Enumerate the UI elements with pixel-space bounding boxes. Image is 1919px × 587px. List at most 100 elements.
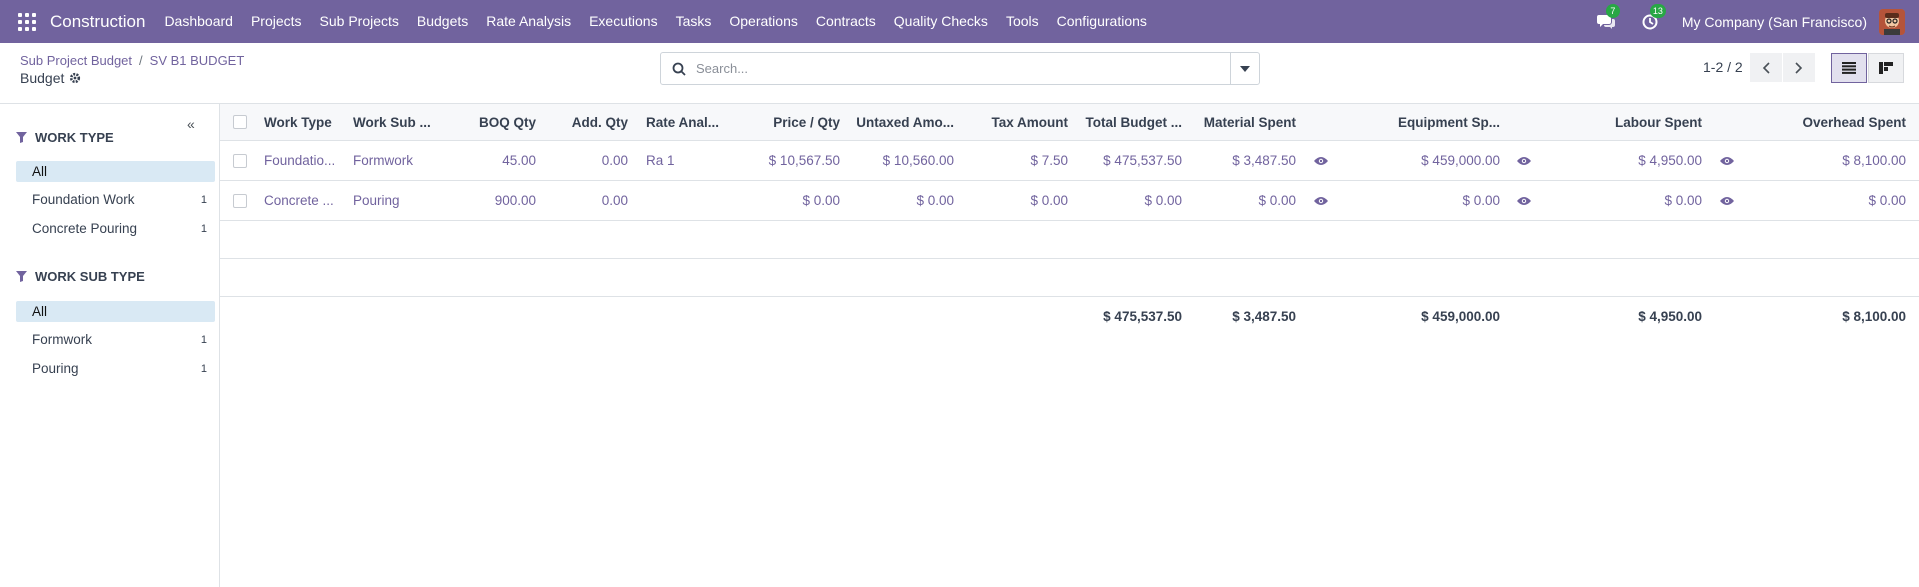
menu-item-budgets[interactable]: Budgets [408,0,477,43]
filter-work-type-concrete-pouring[interactable]: Concrete Pouring 1 [16,218,215,239]
column-material-spent[interactable]: Material Spent [1188,104,1296,140]
collapse-panel-icon[interactable]: « [187,116,195,132]
search-bar [660,52,1260,85]
main-menu: Dashboard Projects Sub Projects Budgets … [155,0,1155,43]
table-row[interactable]: Foundatio... Formwork 45.00 0.00 Ra 1 $ … [220,141,1919,181]
select-all-checkbox[interactable] [233,115,247,129]
cell-rate-analysis[interactable]: Ra 1 [646,141,730,180]
cell-work-type[interactable]: Concrete ... [264,181,342,220]
menu-item-configurations[interactable]: Configurations [1048,0,1156,43]
row-checkbox-cell[interactable] [233,141,253,180]
cell-overhead-spent[interactable]: $ 8,100.00 [1772,141,1906,180]
equipment-spent-sum: $ 459,000.00 [1421,308,1500,324]
search-options-toggle[interactable] [1230,53,1259,84]
column-equipment-spent[interactable]: Equipment Sp... [1368,104,1500,140]
row-checkbox-cell[interactable] [233,181,253,220]
material-spent-sum: $ 3,487.50 [1232,308,1296,324]
material-eye-button[interactable] [1314,141,1334,180]
cell-material-spent[interactable]: $ 0.00 [1188,181,1296,220]
eye-icon [1517,156,1531,166]
column-add-qty[interactable]: Add. Qty [542,104,628,140]
cell-boq-qty[interactable]: 900.00 [446,181,536,220]
pager-next-button[interactable] [1783,53,1815,82]
equipment-eye-button[interactable] [1517,181,1537,220]
column-work-type[interactable]: Work Type [264,104,342,140]
list-view-button[interactable] [1831,53,1867,83]
menu-item-operations[interactable]: Operations [720,0,806,43]
column-price-per-qty[interactable]: Price / Qty [736,104,840,140]
table-row[interactable]: Concrete ... Pouring 900.00 0.00 $ 0.00 … [220,181,1919,221]
pager-previous-button[interactable] [1750,53,1782,82]
column-work-sub-type[interactable]: Work Sub ... [353,104,439,140]
pager-value[interactable]: 1-2 / 2 [1703,59,1743,75]
cell-price-per-qty[interactable]: $ 0.00 [736,181,840,220]
cell-labour-spent[interactable]: $ 4,950.00 [1570,141,1702,180]
column-overhead-spent[interactable]: Overhead Spent [1772,104,1906,140]
labour-eye-button[interactable] [1720,141,1740,180]
column-untaxed-amount[interactable]: Untaxed Amo... [846,104,954,140]
cell-labour-spent[interactable]: $ 0.00 [1570,181,1702,220]
menu-item-projects[interactable]: Projects [242,0,311,43]
cell-overhead-spent[interactable]: $ 0.00 [1772,181,1906,220]
kanban-view-button[interactable] [1868,53,1904,83]
cell-equipment-spent[interactable]: $ 0.00 [1368,181,1500,220]
cell-total-budget[interactable]: $ 475,537.50 [1074,141,1182,180]
table-header: Work Type Work Sub ... BOQ Qty Add. Qty … [220,104,1919,141]
eye-icon [1314,156,1328,166]
equipment-eye-button[interactable] [1517,141,1537,180]
search-input[interactable] [696,61,1230,76]
cell-tax-amount[interactable]: $ 0.00 [960,181,1068,220]
control-panel: Sub Project Budget / SV B1 BUDGET Budget 1… [0,43,1919,104]
labour-eye-button[interactable] [1720,181,1740,220]
menu-item-tools[interactable]: Tools [997,0,1048,43]
menu-item-executions[interactable]: Executions [580,0,666,43]
cell-untaxed-amount[interactable]: $ 10,560.00 [846,141,954,180]
column-tax-amount[interactable]: Tax Amount [960,104,1069,140]
menu-item-dashboard[interactable]: Dashboard [155,0,242,43]
breadcrumb-parent[interactable]: Sub Project Budget [20,53,132,68]
activities-button[interactable]: 13 [1638,3,1666,34]
menu-item-sub-projects[interactable]: Sub Projects [311,0,408,43]
cell-material-spent[interactable]: $ 3,487.50 [1188,141,1296,180]
user-avatar[interactable] [1879,8,1905,35]
messages-button[interactable]: 7 [1594,3,1620,34]
column-rate-analysis[interactable]: Rate Anal... [646,104,730,140]
menu-item-tasks[interactable]: Tasks [667,0,721,43]
app-grid-icon[interactable] [18,12,36,31]
cell-work-sub-type[interactable]: Formwork [353,141,439,180]
cell-tax-amount[interactable]: $ 7.50 [960,141,1068,180]
cell-equipment-spent[interactable]: $ 459,000.00 [1368,141,1500,180]
breadcrumb-current[interactable]: SV B1 BUDGET [150,53,245,68]
filter-group-work-type: WORK TYPE [16,130,114,145]
cell-total-budget[interactable]: $ 0.00 [1074,181,1182,220]
filter-work-sub-type-pouring[interactable]: Pouring 1 [16,358,215,379]
select-all-checkbox-cell[interactable] [233,104,253,140]
cell-work-sub-type[interactable]: Pouring [353,181,439,220]
filter-work-sub-type-all[interactable]: All [16,301,215,322]
cell-work-type[interactable]: Foundatio... [264,141,342,180]
column-labour-spent[interactable]: Labour Spent [1570,104,1702,140]
filter-group-work-sub-type: WORK SUB TYPE [16,269,145,284]
menu-item-quality-checks[interactable]: Quality Checks [885,0,997,43]
company-switcher[interactable]: My Company (San Francisco) [1682,14,1867,30]
chevron-left-icon [1762,61,1770,74]
menu-item-contracts[interactable]: Contracts [807,0,885,43]
gear-icon[interactable] [69,72,81,84]
row-checkbox[interactable] [233,193,247,208]
cell-add-qty[interactable]: 0.00 [542,141,628,180]
menu-item-rate-analysis[interactable]: Rate Analysis [477,0,580,43]
filter-work-sub-type-formwork[interactable]: Formwork 1 [16,329,215,350]
cell-untaxed-amount[interactable]: $ 0.00 [846,181,954,220]
cell-boq-qty[interactable]: 45.00 [446,141,536,180]
column-total-budget[interactable]: Total Budget ... [1074,104,1183,140]
material-eye-button[interactable] [1314,181,1334,220]
overhead-spent-sum: $ 8,100.00 [1842,308,1906,324]
cell-add-qty[interactable]: 0.00 [542,181,628,220]
filter-work-type-all[interactable]: All [16,161,215,182]
cell-rate-analysis[interactable] [646,181,730,220]
app-brand[interactable]: Construction [50,12,145,32]
filter-work-type-foundation-work[interactable]: Foundation Work 1 [16,189,215,210]
cell-price-per-qty[interactable]: $ 10,567.50 [736,141,840,180]
column-boq-qty[interactable]: BOQ Qty [446,104,536,140]
row-checkbox[interactable] [233,153,247,168]
